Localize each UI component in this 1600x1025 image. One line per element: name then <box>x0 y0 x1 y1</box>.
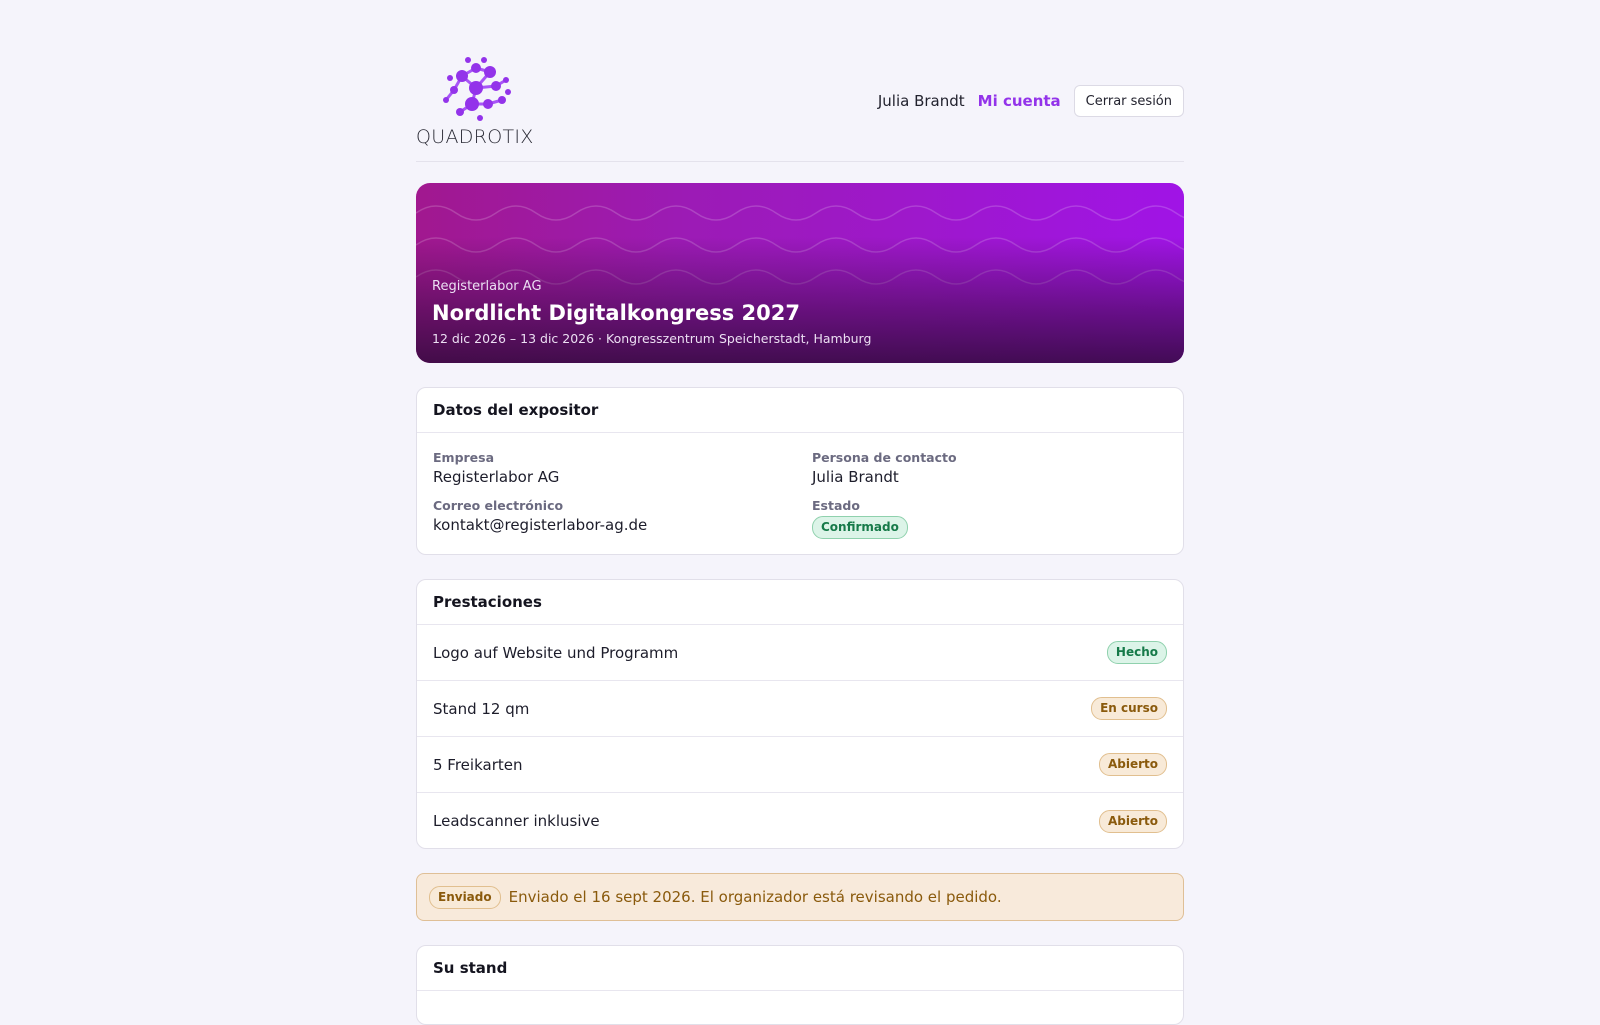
service-row: Stand 12 qm En curso <box>417 681 1183 737</box>
status-label: Estado <box>812 498 860 513</box>
submission-notice: Enviado Enviado el 16 sept 2026. El orga… <box>416 873 1184 921</box>
contact-field: Persona de contacto Julia Brandt <box>812 450 957 486</box>
user-name: Julia Brandt <box>877 92 965 110</box>
exhibitor-details-card: Datos del expositor Empresa Registerlabo… <box>416 387 1184 555</box>
service-label: Leadscanner inklusive <box>433 812 600 830</box>
stand-heading: Su stand <box>417 946 1183 991</box>
company-value: Registerlabor AG <box>433 468 560 486</box>
my-account-link[interactable]: Mi cuenta <box>978 92 1061 110</box>
event-title: Nordlicht Digitalkongress 2027 <box>432 301 800 325</box>
contact-label: Persona de contacto <box>812 450 957 465</box>
status-field: Estado Confirmado <box>812 498 908 539</box>
event-dates-location: 12 dic 2026 – 13 dic 2026 · Kongresszent… <box>432 331 872 346</box>
logo-wordmark: QUADROTIX <box>416 126 534 148</box>
service-status-badge: Abierto <box>1098 753 1167 776</box>
quadrotix-logo[interactable]: QUADROTIX <box>416 54 538 148</box>
company-field: Empresa Registerlabor AG <box>433 450 559 486</box>
notice-text: Enviado el 16 sept 2026. El organizador … <box>508 888 1002 906</box>
exhibitor-details-heading: Datos del expositor <box>417 388 1183 433</box>
services-heading: Prestaciones <box>417 580 1183 625</box>
service-status-badge: En curso <box>1091 697 1167 720</box>
logout-button[interactable]: Cerrar sesión <box>1073 85 1184 117</box>
contact-value: Julia Brandt <box>812 468 899 486</box>
service-label: Stand 12 qm <box>433 699 530 718</box>
event-banner: Registerlabor AG Nordlicht Digitalkongre… <box>416 183 1184 363</box>
service-row: 5 Freikarten Abierto <box>417 737 1183 793</box>
email-field: Correo electrónico kontakt@registerlabor… <box>433 498 647 534</box>
stand-card: Su stand <box>416 945 1184 1025</box>
email-label: Correo electrónico <box>433 498 564 513</box>
status-badge: Confirmado <box>812 516 908 539</box>
service-label: Logo auf Website und Programm <box>433 643 679 662</box>
molecule-logo-icon <box>443 57 511 121</box>
user-menu: Julia Brandt Mi cuenta Cerrar sesión <box>878 85 1184 117</box>
service-row: Logo auf Website und Programm Hecho <box>417 625 1183 681</box>
service-status-badge: Hecho <box>1106 641 1167 664</box>
page-header: QUADROTIX Julia Brandt Mi cuenta Cerrar … <box>416 54 1184 162</box>
company-label: Empresa <box>433 450 495 465</box>
event-organizer: Registerlabor AG <box>432 279 542 294</box>
submitted-badge: Enviado <box>429 885 501 909</box>
service-label: 5 Freikarten <box>433 755 523 774</box>
services-card: Prestaciones Logo auf Website und Progra… <box>416 579 1184 849</box>
service-status-badge: Abierto <box>1098 809 1167 833</box>
email-value: kontakt@registerlabor-ag.de <box>433 516 648 534</box>
service-row: Leadscanner inklusive Abierto <box>417 793 1183 848</box>
